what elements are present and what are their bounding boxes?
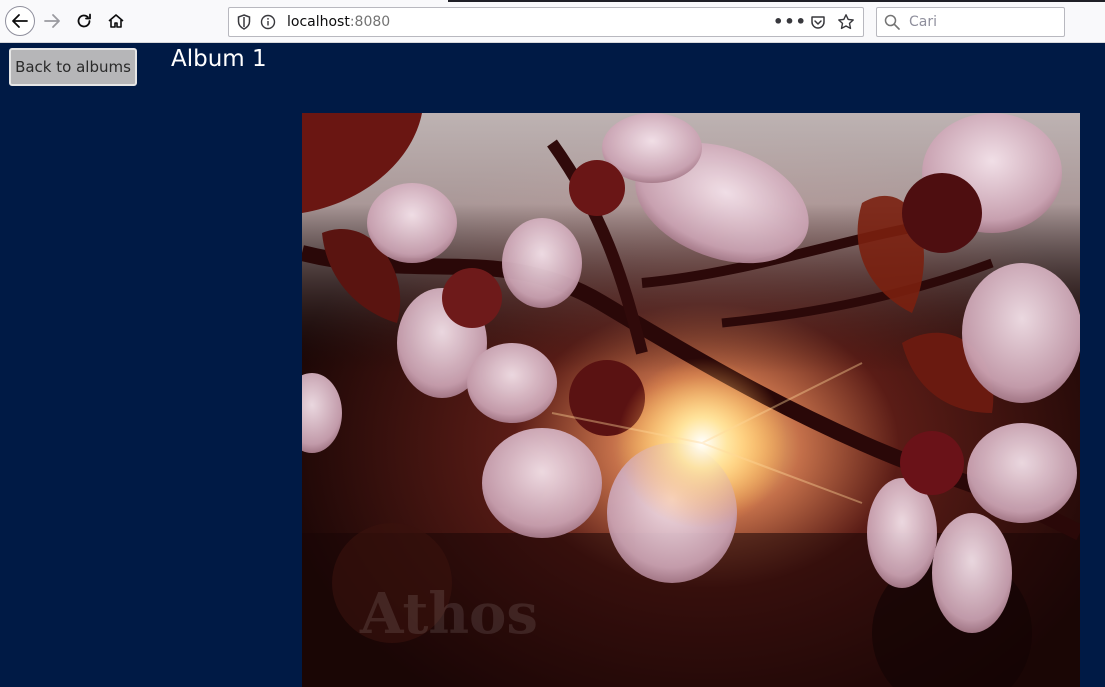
album-title: Album 1 — [171, 46, 267, 72]
photo-cherry-blossoms: Athos — [302, 113, 1080, 687]
back-button[interactable] — [5, 6, 35, 36]
reload-button[interactable] — [69, 6, 99, 36]
url-bar[interactable]: localhost:8080 ••• — [228, 7, 864, 37]
shield-icon[interactable] — [235, 13, 253, 31]
info-icon[interactable] — [259, 13, 277, 31]
star-icon[interactable] — [837, 13, 855, 31]
arrow-left-icon — [12, 14, 28, 28]
home-button[interactable] — [101, 6, 131, 36]
url-host: localhost — [287, 14, 350, 30]
forward-button[interactable] — [37, 6, 67, 36]
arrow-right-icon — [44, 14, 60, 28]
home-icon — [108, 14, 124, 28]
search-input[interactable]: Cari — [909, 14, 937, 30]
tab-strip-edge — [448, 0, 1105, 2]
magnifier-icon — [883, 13, 901, 31]
back-to-albums-button[interactable]: Back to albums — [9, 48, 137, 86]
search-bar[interactable]: Cari — [876, 7, 1065, 37]
album-photo[interactable]: Athos — [302, 113, 1080, 687]
url-port: :8080 — [349, 14, 391, 30]
url-text[interactable]: localhost:8080 — [287, 14, 390, 30]
url-actions: ••• — [773, 13, 855, 31]
reload-icon — [77, 13, 91, 28]
watermark-text: Athos — [359, 581, 538, 647]
pocket-icon[interactable] — [809, 13, 827, 31]
browser-toolbar: localhost:8080 ••• Cari — [0, 0, 1105, 43]
more-dots-icon[interactable]: ••• — [773, 13, 806, 31]
